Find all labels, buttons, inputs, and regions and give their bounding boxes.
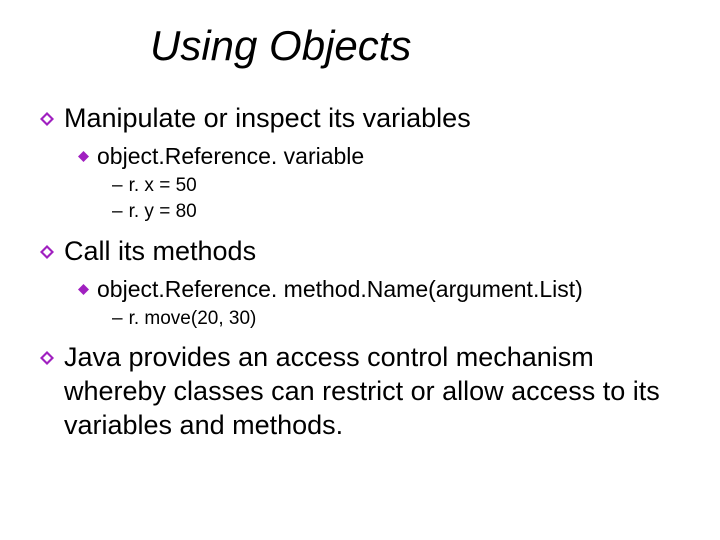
diamond-bullet-icon <box>40 351 54 365</box>
bullet-level1-text: Java provides an access control mechanis… <box>64 341 680 442</box>
small-diamond-bullet-icon <box>78 151 89 162</box>
diamond-bullet-icon <box>40 245 54 259</box>
bullet-level2-text: object.Reference. variable <box>97 142 364 172</box>
bullet-level1-text: Call its methods <box>64 235 256 269</box>
diamond-bullet-icon <box>40 112 54 126</box>
bullet-level3-text: r. x = 50 <box>129 174 197 199</box>
bullet-level3-text: r. y = 80 <box>129 200 197 225</box>
bullet-level3-text: r. move(20, 30) <box>129 307 257 332</box>
dash-bullet-icon: – <box>112 201 123 223</box>
small-diamond-bullet-icon <box>78 284 89 295</box>
bullet-level2-text: object.Reference. method.Name(argument.L… <box>97 275 583 305</box>
dash-bullet-icon: – <box>112 175 123 197</box>
bullet-level1-text: Manipulate or inspect its variables <box>64 102 471 136</box>
dash-bullet-icon: – <box>112 308 123 330</box>
slide-title: Using Objects <box>150 22 680 70</box>
